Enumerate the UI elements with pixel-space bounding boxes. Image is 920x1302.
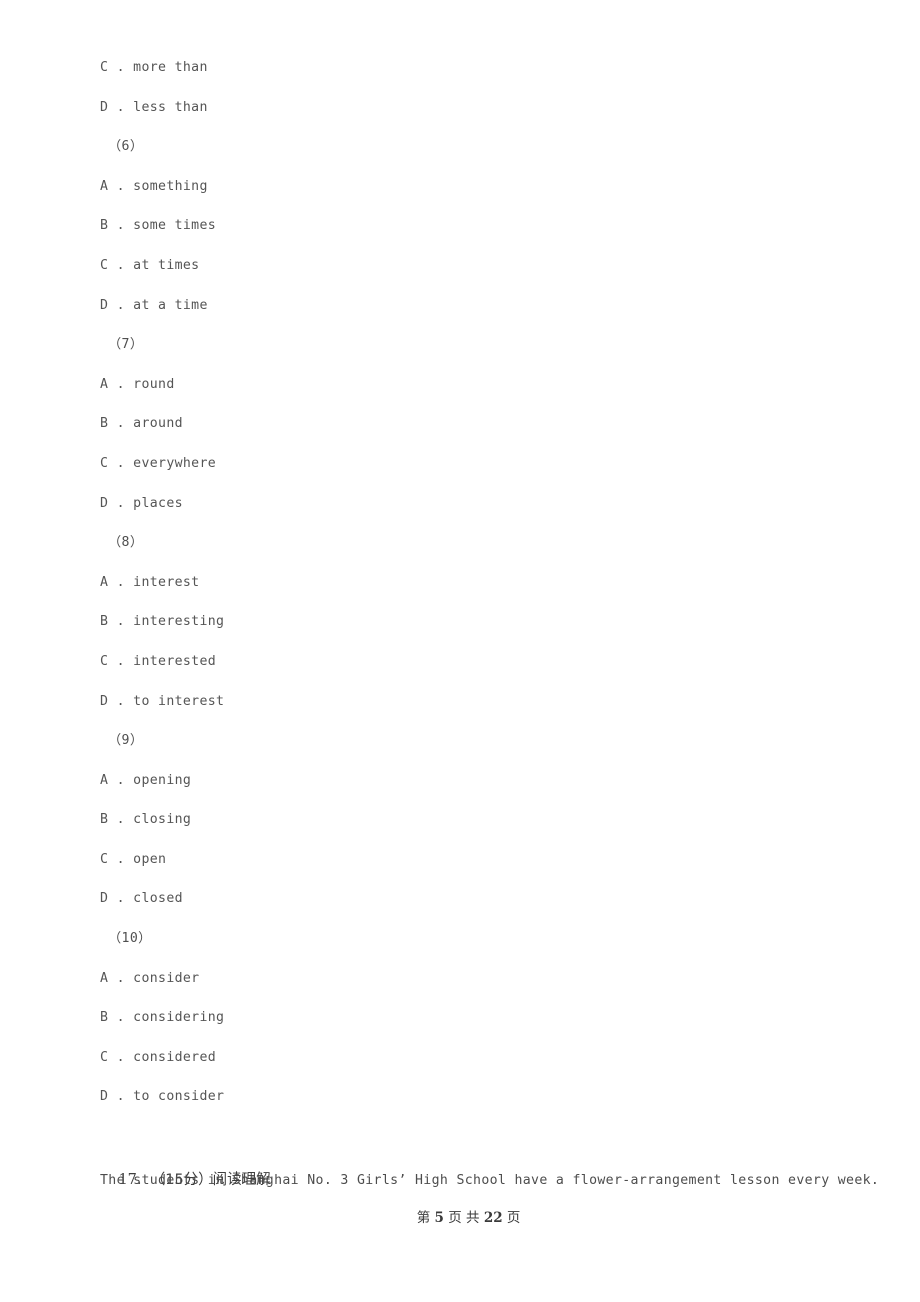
answer-option: A . opening [100,772,192,788]
answer-option: C . everywhere [100,455,217,471]
answer-option: B . considering [100,1010,225,1026]
footer-middle: 页 共 [448,1210,480,1226]
answer-option: A . something [100,178,208,194]
footer-current-page: 5 [434,1210,444,1226]
question-number: （7） [108,337,144,353]
footer-prefix: 第 [416,1210,431,1226]
answer-option: D . to consider [100,1089,225,1105]
question-number: （10） [108,931,152,947]
answer-option: C . open [100,851,167,867]
footer-total-pages: 22 [483,1210,503,1226]
answer-option: A . consider [100,970,200,986]
answer-option: C . interested [100,653,217,669]
answer-option: B . interesting [100,614,225,630]
question-number: （6） [108,139,144,155]
answer-option: B . closing [100,812,192,828]
answer-option: D . at a time [100,297,208,313]
answer-option: D . less than [100,99,208,115]
answer-option: D . places [100,495,183,511]
answer-option: D . closed [100,891,183,907]
section-heading: 17. （15分）阅读理解 [100,1121,270,1188]
answer-option: A . interest [100,574,200,590]
footer-suffix: 页 [506,1210,521,1226]
question-number: （9） [108,733,144,749]
answer-option: B . around [100,416,183,432]
answer-option: C . more than [100,60,208,75]
exam-body: C . more than D . less than （6） A . somethi… [100,48,880,1117]
answer-option: A . round [100,376,175,392]
answer-option: C . considered [100,1049,217,1065]
answer-option: C . at times [100,257,200,273]
answer-option: B . some times [100,218,217,234]
answer-option: D . to interest [100,693,225,709]
document-page: C . more than D . less than （6） A . somethi… [0,0,920,1302]
page-footer: 第 5 页 共 22 页 [0,1190,920,1242]
question-number: （8） [108,535,144,551]
